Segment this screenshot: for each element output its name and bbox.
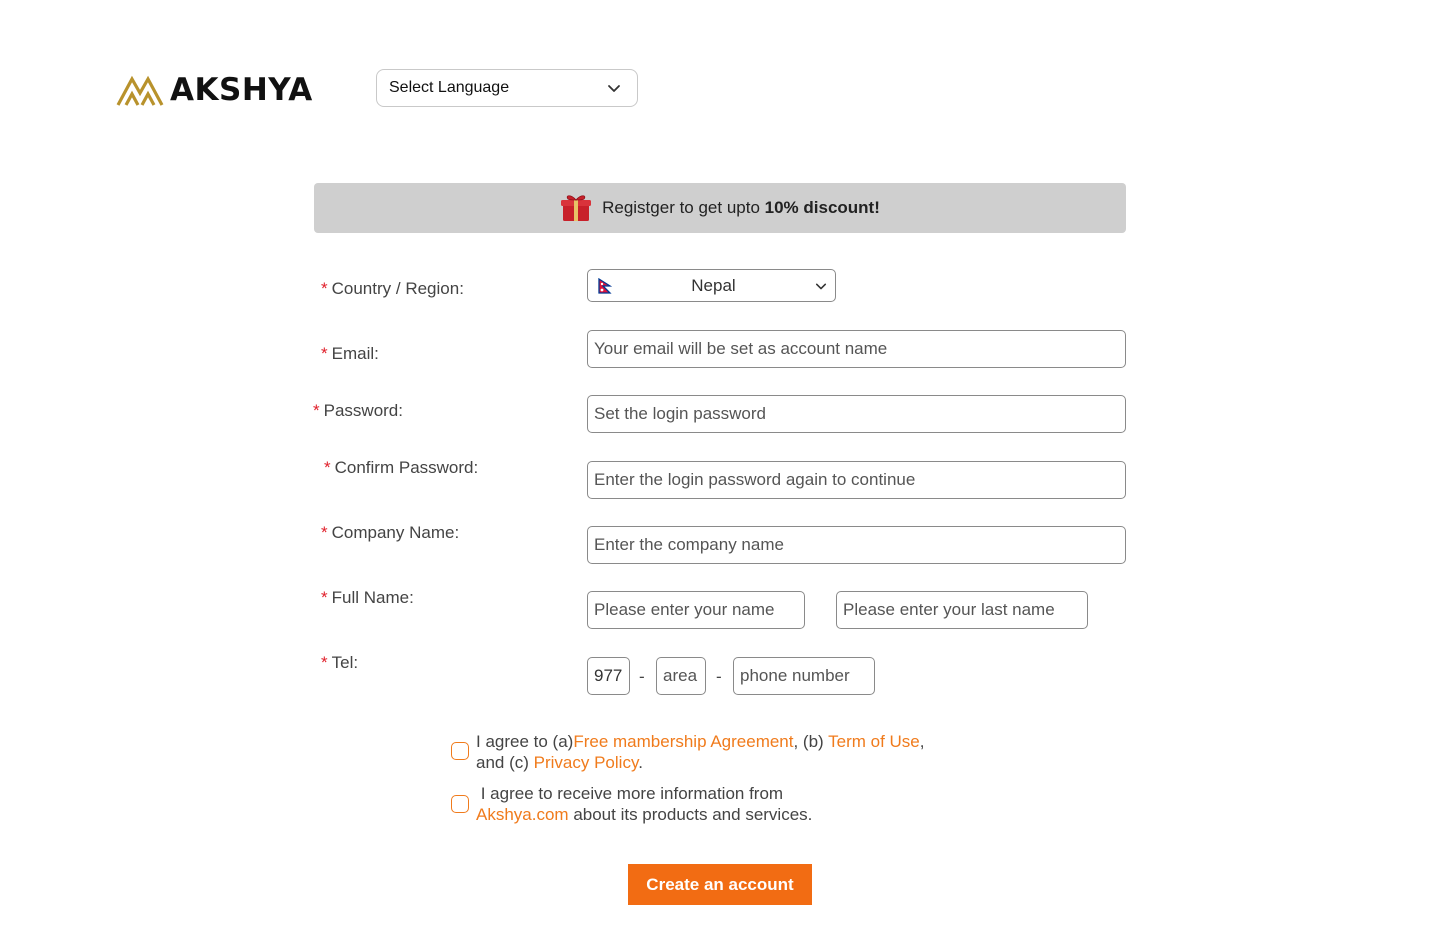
- gift-icon: [561, 195, 592, 221]
- akshya-link[interactable]: Akshya.com: [476, 805, 569, 824]
- first-name-field[interactable]: [587, 591, 805, 629]
- privacy-policy-link[interactable]: Privacy Policy: [534, 753, 639, 772]
- country-value: Nepal: [691, 275, 736, 295]
- confirm-password-field[interactable]: [587, 461, 1126, 499]
- logo-text: AKSHYA: [170, 72, 313, 108]
- chevron-down-icon: [608, 85, 620, 92]
- chevron-down-icon: [815, 283, 827, 289]
- newsletter-checkbox[interactable]: [451, 795, 469, 813]
- password-field[interactable]: [587, 395, 1126, 433]
- company-field[interactable]: [587, 526, 1126, 564]
- create-account-button[interactable]: Create an account: [628, 864, 812, 905]
- logo[interactable]: AKSHYA: [116, 70, 313, 110]
- banner-discount: 10% discount!: [764, 198, 880, 217]
- akshya-logo-icon: [116, 75, 164, 106]
- terms-agreement-text: I agree to (a)Free mambership Agreement,…: [476, 732, 925, 772]
- password-label: * Password:: [313, 401, 403, 420]
- nepal-flag-icon: [598, 277, 612, 294]
- newsletter-agreement-text: I agree to receive more information from…: [476, 784, 813, 824]
- tel-label: * Tel:: [321, 653, 359, 672]
- banner-text: Registger to get upto 10% discount!: [602, 198, 880, 217]
- country-select[interactable]: Nepal: [587, 269, 836, 302]
- language-select-value: Select Language: [389, 79, 510, 96]
- terms-of-use-link[interactable]: Term of Use: [828, 732, 920, 751]
- confirm-password-label: * Confirm Password:: [324, 458, 479, 477]
- language-select[interactable]: Select Language: [376, 69, 638, 107]
- email-field[interactable]: [587, 330, 1126, 368]
- membership-agreement-link[interactable]: Free mambership Agreement: [573, 732, 793, 751]
- terms-checkbox[interactable]: [451, 742, 469, 760]
- full-name-label: * Full Name:: [321, 588, 414, 607]
- country-code-field[interactable]: [587, 657, 630, 695]
- email-label: * Email:: [321, 344, 379, 363]
- country-label: * Country / Region:: [321, 279, 464, 298]
- phone-number-field[interactable]: [733, 657, 875, 695]
- tel-separator: -: [639, 667, 645, 686]
- area-code-field[interactable]: [656, 657, 706, 695]
- tel-separator: -: [716, 667, 722, 686]
- company-label: * Company Name:: [321, 523, 460, 542]
- last-name-field[interactable]: [836, 591, 1088, 629]
- discount-banner: Registger to get upto 10% discount!: [314, 183, 1126, 233]
